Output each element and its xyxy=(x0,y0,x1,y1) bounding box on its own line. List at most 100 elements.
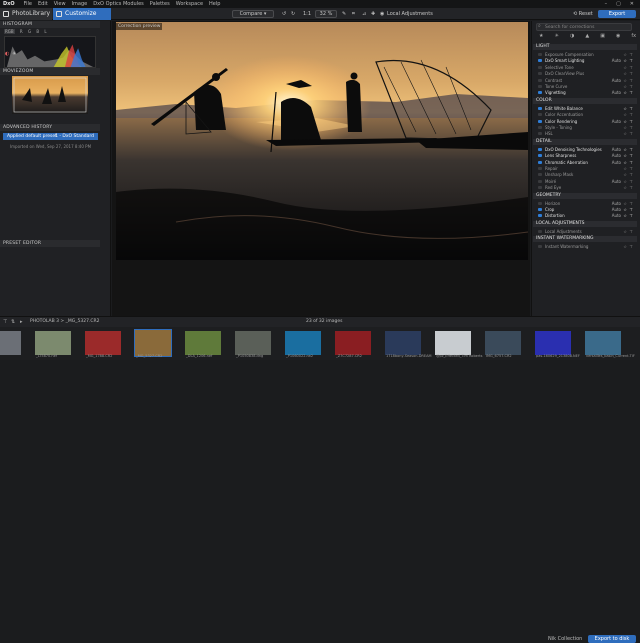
preset-editor-header[interactable]: PRESET EDITOR xyxy=(0,240,100,247)
section-header[interactable]: COLOR xyxy=(533,97,637,104)
favorite-star-icon[interactable]: ☆ xyxy=(623,229,627,234)
correction-row[interactable]: Horizon Auto ☆ ⊤ xyxy=(538,201,635,206)
toggle-switch[interactable] xyxy=(538,167,542,170)
toggle-switch[interactable] xyxy=(538,229,542,233)
correction-row[interactable]: Selective Tone ☆ ⊤ xyxy=(538,65,635,70)
toggle-switch[interactable] xyxy=(538,53,542,56)
correction-row[interactable]: Vignetting Auto ☆ ⊤ xyxy=(538,90,635,95)
correction-row[interactable]: Distortion Auto ☆ ⊤ xyxy=(538,213,635,218)
zoom-select[interactable]: 32 % xyxy=(315,10,337,18)
advanced-history-header[interactable]: ADVANCED HISTORY xyxy=(0,124,100,131)
local-adjust-icon[interactable]: ⊤ xyxy=(630,90,633,95)
thumbnail[interactable] xyxy=(585,331,621,355)
correction-search-input[interactable]: Search for corrections xyxy=(536,23,632,31)
highlight-clip-icon[interactable]: ☀ xyxy=(12,51,16,57)
thumbnail[interactable] xyxy=(435,331,471,355)
local-adjust-icon[interactable]: ⊤ xyxy=(630,207,633,212)
local-adjust-icon[interactable]: ⊤ xyxy=(630,58,633,63)
detail-filter-icon[interactable]: ▲ xyxy=(585,33,589,41)
channel-b[interactable]: B xyxy=(36,29,39,34)
favorite-star-icon[interactable]: ☆ xyxy=(623,244,627,249)
menu-workspace[interactable]: Workspace xyxy=(176,0,203,8)
local-adjust-icon[interactable]: ⊤ xyxy=(630,153,633,158)
favorite-star-icon[interactable]: ☆ xyxy=(623,106,627,111)
menu-help[interactable]: Help xyxy=(209,0,220,8)
channel-l[interactable]: L xyxy=(44,29,46,34)
thumbnail[interactable] xyxy=(134,329,172,357)
toggle-switch[interactable] xyxy=(538,126,542,129)
section-header[interactable]: INSTANT WATERMARKING xyxy=(533,236,637,243)
local-adjust-icon[interactable]: ⊤ xyxy=(630,160,633,165)
favorite-star-icon[interactable]: ☆ xyxy=(623,179,627,184)
correction-row[interactable]: Unsharp Mask ☆ ⊤ xyxy=(538,172,635,177)
rotate-right-icon[interactable]: ↻ xyxy=(291,8,295,20)
correction-row[interactable]: Lens Sharpness Auto ☆ ⊤ xyxy=(538,153,635,158)
toggle-switch[interactable] xyxy=(538,106,542,110)
local-adjust-icon[interactable]: ⊤ xyxy=(630,119,633,124)
shadow-clip-icon[interactable]: ◐ xyxy=(5,51,9,57)
correction-row[interactable]: Moiré Auto ☆ ⊤ xyxy=(538,179,635,184)
zoom-100-button[interactable]: 1:1 xyxy=(303,8,311,20)
favorite-star-icon[interactable]: ☆ xyxy=(623,207,627,212)
horizon-icon[interactable]: ⊿ xyxy=(362,8,366,20)
thumbnail[interactable] xyxy=(185,331,221,355)
local-adjust-icon[interactable]: ⊤ xyxy=(630,147,633,152)
toggle-switch[interactable] xyxy=(538,245,542,249)
thumbnail[interactable] xyxy=(0,331,21,355)
section-header[interactable]: GEOMETRY xyxy=(533,192,637,199)
local-adjust-icon[interactable]: ⊤ xyxy=(630,213,633,218)
correction-row[interactable]: Color Rendering Auto ☆ ⊤ xyxy=(538,119,635,124)
folder-icon[interactable]: ▸ xyxy=(20,319,23,325)
local-adjust-icon[interactable]: ⊤ xyxy=(630,78,633,83)
local-adjust-icon[interactable]: ⊤ xyxy=(630,229,633,234)
toggle-switch[interactable] xyxy=(538,208,542,211)
thumbnail[interactable] xyxy=(385,331,421,355)
correction-row[interactable]: Color Accentuation ☆ ⊤ xyxy=(538,112,635,117)
local-adjust-icon[interactable]: ◉ xyxy=(380,8,384,20)
export-to-disk-button[interactable]: Export to disk xyxy=(588,635,636,643)
toggle-switch[interactable] xyxy=(538,113,542,117)
menu-image[interactable]: Image xyxy=(72,0,88,8)
moviezoom-header[interactable]: MOVIEZOOM xyxy=(0,68,100,75)
color-picker-icon[interactable]: ✎ xyxy=(342,8,346,20)
color-filter-icon[interactable]: ◑ xyxy=(570,33,574,41)
favorite-star-icon[interactable]: ☆ xyxy=(623,112,627,117)
tab-customize[interactable]: Customize xyxy=(53,8,111,20)
local-adjustments-label[interactable]: Local Adjustments xyxy=(387,8,433,20)
local-adjust-icon[interactable]: ⊤ xyxy=(630,52,633,57)
nik-collection-button[interactable]: Nik Collection xyxy=(548,635,582,643)
reset-button[interactable]: ⟲ Reset xyxy=(573,8,593,20)
favorite-star-icon[interactable]: ☆ xyxy=(623,84,627,89)
moviezoom-preview[interactable] xyxy=(12,76,88,114)
toggle-switch[interactable] xyxy=(538,154,542,158)
local-adjust-icon[interactable]: ⊤ xyxy=(630,172,633,177)
thumbnail[interactable] xyxy=(485,331,521,355)
correction-row[interactable]: Edit White Balance ☆ ⊤ xyxy=(538,106,635,111)
star-filter-icon[interactable]: ★ xyxy=(539,33,543,41)
correction-row[interactable]: Crop Auto ☆ ⊤ xyxy=(538,207,635,212)
toggle-switch[interactable] xyxy=(538,78,542,82)
favorite-star-icon[interactable]: ☆ xyxy=(623,201,627,206)
channel-rgb[interactable]: RGB xyxy=(4,29,15,34)
favorite-star-icon[interactable]: ☆ xyxy=(623,131,627,136)
local-adjust-icon[interactable]: ⊤ xyxy=(630,112,633,117)
toggle-switch[interactable] xyxy=(538,147,542,151)
correction-row[interactable]: Exposure Compensation ☆ ⊤ xyxy=(538,52,635,57)
favorite-star-icon[interactable]: ☆ xyxy=(623,153,627,158)
local-adjust-icon[interactable]: ⊤ xyxy=(630,179,633,184)
favorite-star-icon[interactable]: ☆ xyxy=(623,119,627,124)
correction-row[interactable]: Local Adjustments ☆ ⊤ xyxy=(538,229,635,234)
menu-optics-modules[interactable]: DxO Optics Modules xyxy=(93,0,144,8)
local-adjust-icon[interactable]: ⊤ xyxy=(630,201,633,206)
local-adjust-icon[interactable]: ⊤ xyxy=(630,125,633,130)
toggle-switch[interactable] xyxy=(538,65,542,69)
correction-row[interactable]: Style - Toning ☆ ⊤ xyxy=(538,125,635,130)
favorite-star-icon[interactable]: ☆ xyxy=(623,90,627,95)
close-icon[interactable]: ✕ xyxy=(630,0,634,8)
local-adjust-icon[interactable]: ⊤ xyxy=(630,131,633,136)
favorite-star-icon[interactable]: ☆ xyxy=(623,71,627,76)
correction-row[interactable]: Repair ☆ ⊤ xyxy=(538,166,635,171)
correction-row[interactable]: Red Eye ☆ ⊤ xyxy=(538,185,635,190)
thumbnail[interactable] xyxy=(85,331,121,355)
toggle-switch[interactable] xyxy=(538,119,542,123)
